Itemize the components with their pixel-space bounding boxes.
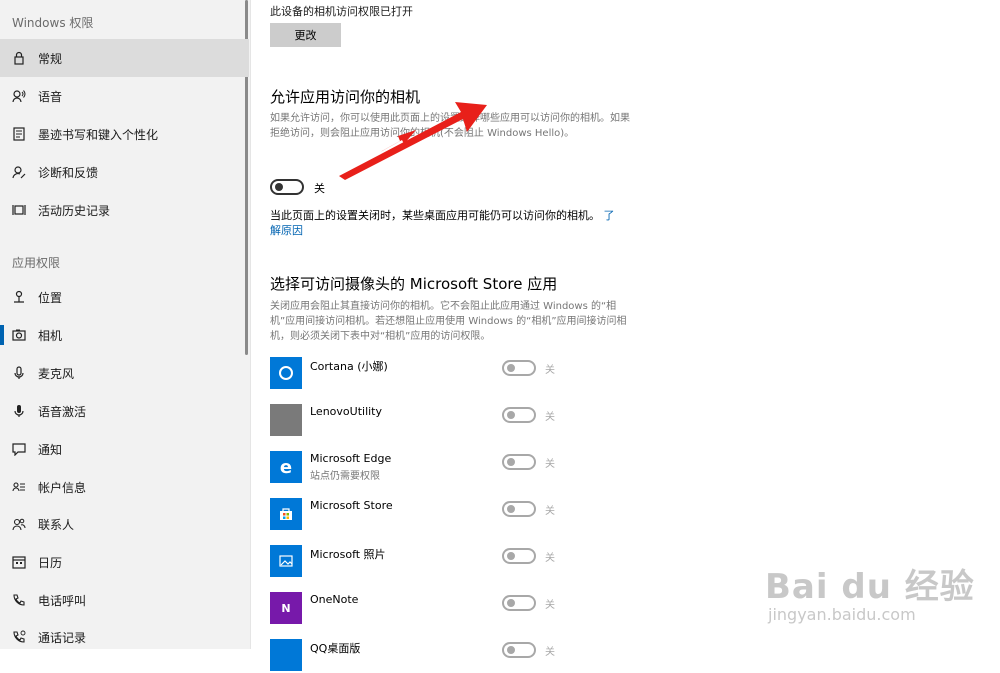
feedback-icon [0,165,38,179]
sidebar-item-camera[interactable]: 相机 [0,316,249,354]
app-name: LenovoUtility [310,405,382,418]
note-text: 当此页面上的设置关闭时，某些桌面应用可能仍可以访问你的相机。 [270,209,600,222]
sidebar-item-label: 语音激活 [38,404,87,419]
sidebar-item-call-history[interactable]: 通话记录 [0,618,249,656]
app-name: OneNote [310,593,359,606]
cortana-icon [270,357,302,389]
toggle-knob [507,505,515,513]
sidebar-item-label: 日历 [38,555,63,570]
ink-icon [0,127,38,141]
app-toggle-state: 关 [545,365,555,376]
sidebar-item-calendar[interactable]: 日历 [0,543,249,581]
app-toggle-state: 关 [545,506,555,517]
allow-apps-toggle[interactable] [270,179,304,195]
sidebar-item-phone-calls[interactable]: 电话呼叫 [0,581,249,619]
sidebar-item-diagnostics[interactable]: 诊断和反馈 [0,153,249,191]
app-toggle-state: 关 [545,459,555,470]
lock-icon [0,51,38,65]
app-name: Cortana (小娜) [310,360,388,373]
contacts-icon [0,517,38,531]
sidebar-item-label: 常规 [38,51,63,66]
app-toggle-state: 关 [545,412,555,423]
store-icon [270,498,302,530]
notification-icon [0,442,38,456]
sidebar-item-label: 通话记录 [38,630,87,645]
watermark-url: jingyan.baidu.com [768,605,916,624]
sidebar-item-label: 相机 [38,328,63,343]
store-apps-description: 关闭应用会阻止其直接访问你的相机。它不会阻止此应用通过 Windows 的“相机… [270,301,627,342]
camera-access-status: 此设备的相机访问权限已打开 [270,5,413,18]
app-name: QQ桌面版 [310,642,361,655]
sidebar-item-location[interactable]: 位置 [0,278,249,316]
edge-icon: e [270,451,302,483]
calendar-icon [0,555,38,569]
app-camera-toggle[interactable] [502,407,536,423]
watermark-brand: Bai du 经验 [765,567,975,607]
app-subtitle: 站点仍需要权限 [310,471,380,482]
microphone-icon [0,366,38,380]
main-content: 此设备的相机访问权限已打开 更改 允许应用访问你的相机 如果允许访问，你可以使用… [251,0,1000,671]
sidebar-item-contacts[interactable]: 联系人 [0,505,249,543]
sidebar-item-speech[interactable]: 语音 [0,77,249,115]
app-camera-toggle[interactable] [502,642,536,658]
toggle-knob [507,599,515,607]
app-name: Microsoft Edge [310,452,392,465]
app-camera-toggle[interactable] [502,548,536,564]
app-toggle-state: 关 [545,553,555,564]
speech-icon [0,89,38,103]
qq-icon [270,639,302,671]
sidebar-item-label: 语音 [38,89,63,104]
sidebar-item-label: 通知 [38,442,63,457]
app-camera-toggle[interactable] [502,501,536,517]
voice-activation-icon [0,404,38,418]
camera-icon [0,328,38,342]
sidebar-item-label: 活动历史记录 [38,203,111,218]
sidebar-item-notifications[interactable]: 通知 [0,430,249,468]
sidebar-item-microphone[interactable]: 麦克风 [0,354,249,392]
allow-apps-toggle-state: 关 [314,182,325,195]
sidebar-item-activity-history[interactable]: 活动历史记录 [0,191,249,229]
sidebar-item-label: 位置 [38,290,63,305]
app-toggle-state: 关 [545,647,555,658]
app-toggle-state: 关 [545,600,555,611]
desktop-apps-note: 当此页面上的设置关闭时，某些桌面应用可能仍可以访问你的相机。 了解原因 [270,208,625,238]
sidebar-section-app-permissions: 应用权限 [12,256,61,270]
sidebar: Windows 权限 常规 语音 墨迹书写和键入个性化 诊断和反馈 活动历史记录… [0,0,251,649]
allow-apps-heading: 允许应用访问你的相机 [270,88,421,106]
phone-icon [0,593,38,607]
toggle-knob [507,458,515,466]
allow-apps-description: 如果允许访问，你可以使用此页面上的设置选择哪些应用可以访问你的相机。如果拒绝访问… [270,113,630,139]
location-icon [0,290,38,304]
change-button[interactable]: 更改 [270,23,341,47]
app-camera-toggle[interactable] [502,360,536,376]
sidebar-item-account-info[interactable]: 帐户信息 [0,468,249,506]
photos-icon [270,545,302,577]
store-apps-heading: 选择可访问摄像头的 Microsoft Store 应用 [270,275,558,293]
sidebar-item-label: 诊断和反馈 [38,165,99,180]
toggle-knob [507,552,515,560]
app-camera-toggle[interactable] [502,454,536,470]
app-name: Microsoft 照片 [310,548,386,561]
sidebar-item-label: 墨迹书写和键入个性化 [38,127,159,142]
call-history-icon [0,630,38,644]
onenote-icon: N [270,592,302,624]
account-info-icon [0,480,38,494]
sidebar-item-label: 麦克风 [38,366,75,381]
toggle-knob [507,411,515,419]
sidebar-item-voice-activation[interactable]: 语音激活 [0,392,249,430]
sidebar-item-label: 联系人 [38,517,75,532]
app-camera-toggle[interactable] [502,595,536,611]
lenovo-utility-icon [270,404,302,436]
sidebar-item-inking[interactable]: 墨迹书写和键入个性化 [0,115,249,153]
app-name: Microsoft Store [310,499,393,512]
toggle-knob [275,183,283,191]
toggle-knob [507,646,515,654]
sidebar-item-label: 帐户信息 [38,480,87,495]
sidebar-header: Windows 权限 [12,16,94,30]
toggle-knob [507,364,515,372]
history-icon [0,203,38,217]
sidebar-item-label: 电话呼叫 [38,593,87,608]
sidebar-item-general[interactable]: 常规 [0,39,249,77]
